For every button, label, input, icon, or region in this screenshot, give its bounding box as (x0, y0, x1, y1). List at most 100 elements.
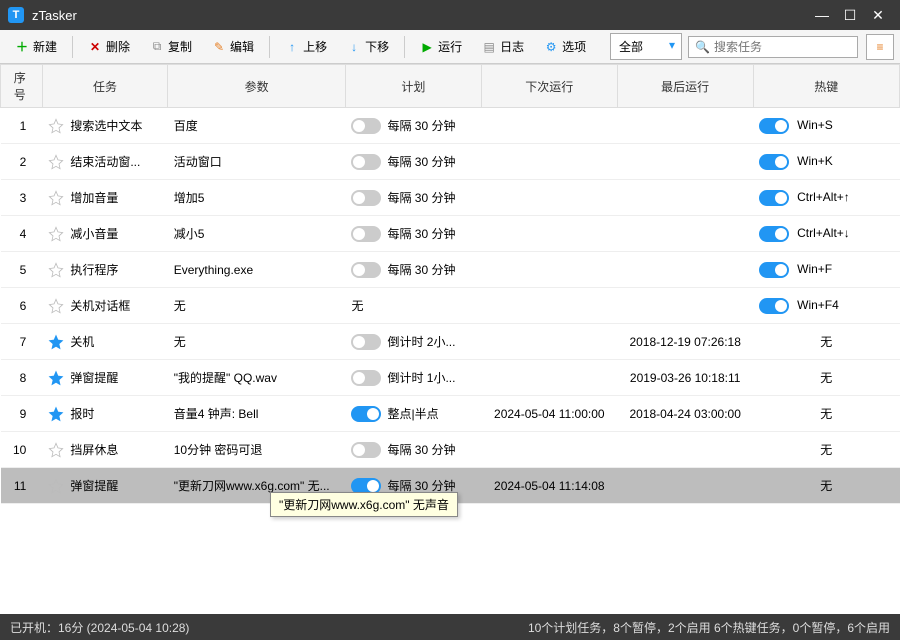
status-uptime: 已开机：16分 (2024-05-04 10:28) (10, 619, 189, 636)
plan-text: 每隔 30 分钟 (387, 263, 455, 277)
star-icon[interactable] (48, 226, 64, 242)
col-hotkey[interactable]: 热键 (753, 65, 899, 108)
cell-hotkey: Win+F4 (753, 288, 899, 324)
table-row[interactable]: 9报时音量4 钟声: Bell整点|半点2024-05-04 11:00:002… (1, 396, 900, 432)
cell-num: 5 (1, 252, 43, 288)
col-plan[interactable]: 计划 (345, 65, 481, 108)
star-icon[interactable] (48, 298, 64, 314)
cell-next (481, 360, 617, 396)
star-icon[interactable] (48, 370, 64, 386)
new-button[interactable]: ＋新建 (6, 33, 66, 60)
cell-task: 弹窗提醒 (42, 360, 167, 396)
col-next[interactable]: 下次运行 (481, 65, 617, 108)
cell-plan: 每隔 30 分钟 (345, 216, 481, 252)
hotkey-text: Win+F (797, 262, 832, 276)
cell-hotkey: 无 (753, 324, 899, 360)
move-down-button[interactable]: ↓下移 (338, 33, 398, 60)
cell-last (617, 468, 753, 504)
hotkey-toggle[interactable] (759, 154, 789, 170)
cell-num: 3 (1, 180, 43, 216)
hotkey-toggle[interactable] (759, 298, 789, 314)
enable-toggle[interactable] (351, 118, 381, 134)
task-name: 关机对话框 (70, 297, 130, 314)
cell-task: 执行程序 (42, 252, 167, 288)
table-row[interactable]: 4减小音量减小5每隔 30 分钟Ctrl+Alt+↓ (1, 216, 900, 252)
arrow-up-icon: ↑ (285, 40, 299, 54)
hotkey-toggle[interactable] (759, 226, 789, 242)
hotkey-text: 无 (820, 407, 832, 421)
star-icon[interactable] (48, 118, 64, 134)
cell-task: 报时 (42, 396, 167, 432)
list-view-button[interactable]: ≡ (866, 34, 894, 60)
task-table-container[interactable]: 序号 任务 参数 计划 下次运行 最后运行 热键 1搜索选中文本百度每隔 30 … (0, 64, 900, 614)
enable-toggle[interactable] (351, 370, 381, 386)
enable-toggle[interactable] (351, 334, 381, 350)
hotkey-toggle[interactable] (759, 190, 789, 206)
cell-param: Everything.exe (168, 252, 346, 288)
enable-toggle[interactable] (351, 442, 381, 458)
cell-hotkey: 无 (753, 432, 899, 468)
edit-button[interactable]: ✎编辑 (203, 33, 263, 60)
table-row[interactable]: 6关机对话框无无Win+F4 (1, 288, 900, 324)
search-input[interactable] (714, 40, 869, 54)
col-param[interactable]: 参数 (168, 65, 346, 108)
star-icon[interactable] (48, 406, 64, 422)
enable-toggle[interactable] (351, 226, 381, 242)
cell-last (617, 144, 753, 180)
filter-select[interactable]: 全部 (610, 33, 682, 60)
log-button[interactable]: ▤日志 (473, 33, 533, 60)
enable-toggle[interactable] (351, 190, 381, 206)
cell-next (481, 108, 617, 144)
cell-num: 9 (1, 396, 43, 432)
table-row[interactable]: 10挡屏休息10分钟 密码可退每隔 30 分钟无 (1, 432, 900, 468)
cell-task: 增加音量 (42, 180, 167, 216)
star-icon[interactable] (48, 262, 64, 278)
table-row[interactable]: 8弹窗提醒"我的提醒" QQ.wav倒计时 1小...2019-03-26 10… (1, 360, 900, 396)
hotkey-toggle[interactable] (759, 118, 789, 134)
plan-text: 每隔 30 分钟 (387, 443, 455, 457)
move-up-button[interactable]: ↑上移 (276, 33, 336, 60)
col-task[interactable]: 任务 (42, 65, 167, 108)
close-button[interactable]: ✕ (864, 1, 892, 29)
cell-plan: 每隔 30 分钟 (345, 108, 481, 144)
search-box[interactable]: 🔍 (688, 36, 858, 58)
cell-next (481, 180, 617, 216)
table-row[interactable]: 1搜索选中文本百度每隔 30 分钟Win+S (1, 108, 900, 144)
star-icon[interactable] (48, 478, 64, 494)
star-icon[interactable] (48, 442, 64, 458)
cell-num: 11 (1, 468, 43, 504)
plan-text: 每隔 30 分钟 (387, 191, 455, 205)
delete-button[interactable]: ✕删除 (79, 33, 139, 60)
cell-hotkey: Win+F (753, 252, 899, 288)
cell-param: 无 (168, 288, 346, 324)
plan-text: 整点|半点 (387, 407, 438, 421)
cell-last (617, 432, 753, 468)
table-row[interactable]: 5执行程序Everything.exe 每隔 30 分钟 Win+F (1, 252, 900, 288)
enable-toggle[interactable] (351, 406, 381, 422)
copy-icon: ⧉ (150, 40, 164, 54)
maximize-button[interactable]: ☐ (836, 1, 864, 29)
table-row[interactable]: 7关机无倒计时 2小...2018-12-19 07:26:18无 (1, 324, 900, 360)
col-last[interactable]: 最后运行 (617, 65, 753, 108)
cell-hotkey: 无 (753, 360, 899, 396)
hotkey-toggle[interactable] (759, 262, 789, 278)
col-num[interactable]: 序号 (1, 65, 43, 108)
copy-button[interactable]: ⧉复制 (141, 33, 201, 60)
cell-plan: 每隔 30 分钟 (345, 144, 481, 180)
cell-last (617, 108, 753, 144)
enable-toggle[interactable] (351, 262, 381, 278)
task-name: 报时 (70, 405, 94, 422)
options-button[interactable]: ⚙选项 (535, 33, 595, 60)
table-row[interactable]: 3增加音量增加5每隔 30 分钟Ctrl+Alt+↑ (1, 180, 900, 216)
minimize-button[interactable]: — (808, 1, 836, 29)
table-row[interactable]: 2结束活动窗...活动窗口每隔 30 分钟Win+K (1, 144, 900, 180)
cell-next (481, 432, 617, 468)
cell-num: 1 (1, 108, 43, 144)
run-button[interactable]: ▶运行 (411, 33, 471, 60)
enable-toggle[interactable] (351, 154, 381, 170)
cell-next (481, 216, 617, 252)
star-icon[interactable] (48, 154, 64, 170)
star-icon[interactable] (48, 190, 64, 206)
star-icon[interactable] (48, 334, 64, 350)
cell-num: 8 (1, 360, 43, 396)
